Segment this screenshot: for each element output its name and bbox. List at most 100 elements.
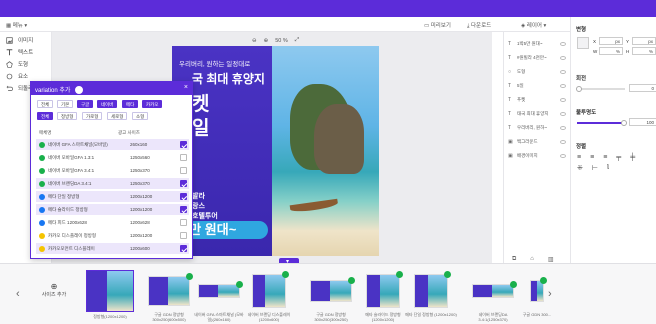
opacity-input[interactable]: 100 (629, 118, 656, 126)
download-button[interactable]: ⤓ 다운로드 (467, 21, 491, 30)
distribute-icon[interactable]: ⁜ (577, 164, 583, 172)
size-thumbnail[interactable] (252, 274, 286, 308)
download-label: 다운로드 (470, 23, 492, 29)
size-thumbnail[interactable] (414, 274, 448, 308)
variation-checkbox[interactable] (180, 245, 187, 252)
layer-item[interactable]: T 5일 (508, 80, 568, 91)
rotation-handle[interactable] (576, 86, 582, 92)
variation-row[interactable]: 네이버 브랜딩DA 3.4:1 1250x370 (36, 178, 189, 189)
size-thumbnail[interactable] (86, 270, 134, 312)
variation-row[interactable]: 네이버 모바일GFA 3.4:1 1250x370 (36, 165, 189, 176)
variation-row[interactable]: 메타 피드 1200x628 1200x628 (36, 217, 189, 228)
filter-chip[interactable]: 기본 (57, 100, 74, 108)
variation-checkbox[interactable] (180, 141, 187, 148)
size-thumbnail[interactable] (472, 284, 514, 298)
size-thumbnail[interactable] (366, 274, 400, 308)
delete-icon[interactable]: ▥ (548, 256, 554, 263)
filter-chip[interactable]: 네이버 (97, 100, 118, 108)
layer-item[interactable]: ▣ 백그라운드 (508, 136, 568, 147)
size-thumbnail[interactable] (310, 280, 352, 302)
shape-chip[interactable]: 정방형 (57, 112, 78, 120)
y-input[interactable]: px (632, 37, 656, 45)
visibility-icon[interactable] (560, 125, 566, 130)
shape-chip[interactable]: 가로형 (82, 112, 103, 120)
rotation-slider[interactable] (577, 88, 625, 90)
variation-checkbox[interactable] (180, 180, 187, 187)
filter-chip[interactable]: 구글 (77, 100, 94, 108)
lock-icon[interactable]: ⌂ (530, 256, 534, 263)
opacity-slider[interactable] (577, 122, 625, 124)
variation-checkbox[interactable] (180, 167, 187, 174)
layer-item[interactable]: T 태국 최대 휴양지 (508, 108, 568, 119)
rotation-input[interactable]: 0 (629, 84, 656, 92)
tool-element[interactable]: 요소 (6, 72, 28, 80)
shape-chip[interactable]: 세로형 (107, 112, 128, 120)
x-input[interactable]: px (599, 37, 623, 45)
w-label: W (593, 49, 598, 54)
variation-checkbox[interactable] (180, 206, 187, 213)
layer-item[interactable]: ▣ 배경이미지 (508, 150, 568, 161)
zoom-out-icon[interactable]: ⊖ (252, 38, 257, 44)
ad-line-6: 랑스 (192, 203, 205, 210)
align-left-icon[interactable]: ≡ (577, 154, 581, 161)
filter-chip[interactable]: 전체 (37, 100, 54, 108)
variation-row[interactable]: 카카오 디스플레이 정방형 1200x1200 (36, 230, 189, 241)
visibility-icon[interactable] (560, 97, 566, 102)
h-input[interactable]: % (632, 47, 656, 55)
menu-label: 메뉴 (12, 23, 23, 29)
visibility-icon[interactable] (560, 139, 566, 144)
variation-row[interactable]: 네이버 GFA 스마트채널(모바일) 260x160 (36, 139, 189, 150)
variation-checkbox[interactable] (180, 193, 187, 200)
layers-toggle[interactable]: ◈ 레이어 ▾ (521, 21, 546, 29)
variation-checkbox[interactable] (180, 219, 187, 226)
variation-checkbox[interactable] (180, 232, 187, 239)
preview-button[interactable]: ▭ 미리보기 (424, 21, 451, 29)
close-icon[interactable]: × (184, 84, 188, 91)
variation-row[interactable]: 메타 슬라이드 정방형 1200x1200 (36, 204, 189, 215)
layer-item[interactable]: ○ 도형 (508, 66, 568, 77)
prev-arrow-icon[interactable]: ‹ (16, 288, 20, 300)
visibility-icon[interactable] (560, 111, 566, 116)
visibility-icon[interactable] (560, 69, 566, 74)
color-swatch[interactable] (577, 37, 589, 49)
layer-item[interactable]: T 1박5만 원대~ (508, 38, 568, 49)
distribute-vertical-icon[interactable]: Ⲓ (607, 164, 609, 172)
filter-chip[interactable]: 카카오 (142, 100, 163, 108)
variation-row[interactable]: 네이버 모바일GFA 1.3:1 1250x560 (36, 152, 189, 163)
visibility-icon[interactable] (560, 41, 566, 46)
layer-item[interactable]: T 우리버리, 원하~ (508, 122, 568, 133)
platform-logo-icon (39, 141, 45, 148)
layer-item[interactable]: T #원빌라 4천만~ (508, 52, 568, 63)
align-right-icon[interactable]: ≡ (603, 154, 607, 161)
align-middle-icon[interactable]: ╪ (630, 154, 635, 161)
opacity-handle[interactable] (621, 120, 627, 126)
visibility-icon[interactable] (560, 55, 566, 60)
menu-button[interactable]: ▦ 메뉴 ▾ (6, 21, 27, 29)
layer-type-icon: T (508, 82, 512, 89)
shape-chip[interactable]: 소형 (132, 112, 149, 120)
visibility-icon[interactable] (560, 83, 566, 88)
search-icon[interactable] (75, 86, 84, 95)
filter-chip[interactable]: 메타 (122, 100, 139, 108)
zoom-in-icon[interactable]: ⊕ (264, 38, 269, 44)
w-input[interactable]: % (599, 47, 623, 55)
tool-shape[interactable]: 도형 (6, 60, 28, 68)
size-thumbnail[interactable] (148, 276, 190, 306)
variation-checkbox[interactable] (180, 154, 187, 161)
fit-screen-icon[interactable]: ⤢ (295, 37, 299, 44)
shape-chip[interactable]: 전체 (37, 112, 54, 120)
tool-image[interactable]: 이미지 (6, 36, 33, 44)
align-top-icon[interactable]: ╤ (616, 154, 621, 161)
variation-row[interactable]: 메타 단일 정방형 1200x1200 (36, 191, 189, 202)
layer-item[interactable]: T 푸켓 (508, 94, 568, 105)
visibility-icon[interactable] (560, 153, 566, 158)
variation-row[interactable]: 카카오모먼트 디스플레이 1200x600 (36, 243, 189, 254)
align-center-icon[interactable]: ≡ (590, 154, 594, 161)
add-size-button[interactable]: ⊕ 사이즈 추가 (31, 272, 77, 316)
tool-text[interactable]: 텍스트 (6, 48, 33, 56)
distribute-horizontal-icon[interactable]: ⊢ (592, 164, 598, 172)
duplicate-icon[interactable]: ⧉ (512, 256, 516, 263)
next-arrow-icon[interactable]: › (548, 288, 552, 300)
thumb-panel (87, 271, 109, 311)
size-thumbnail[interactable] (198, 284, 240, 298)
